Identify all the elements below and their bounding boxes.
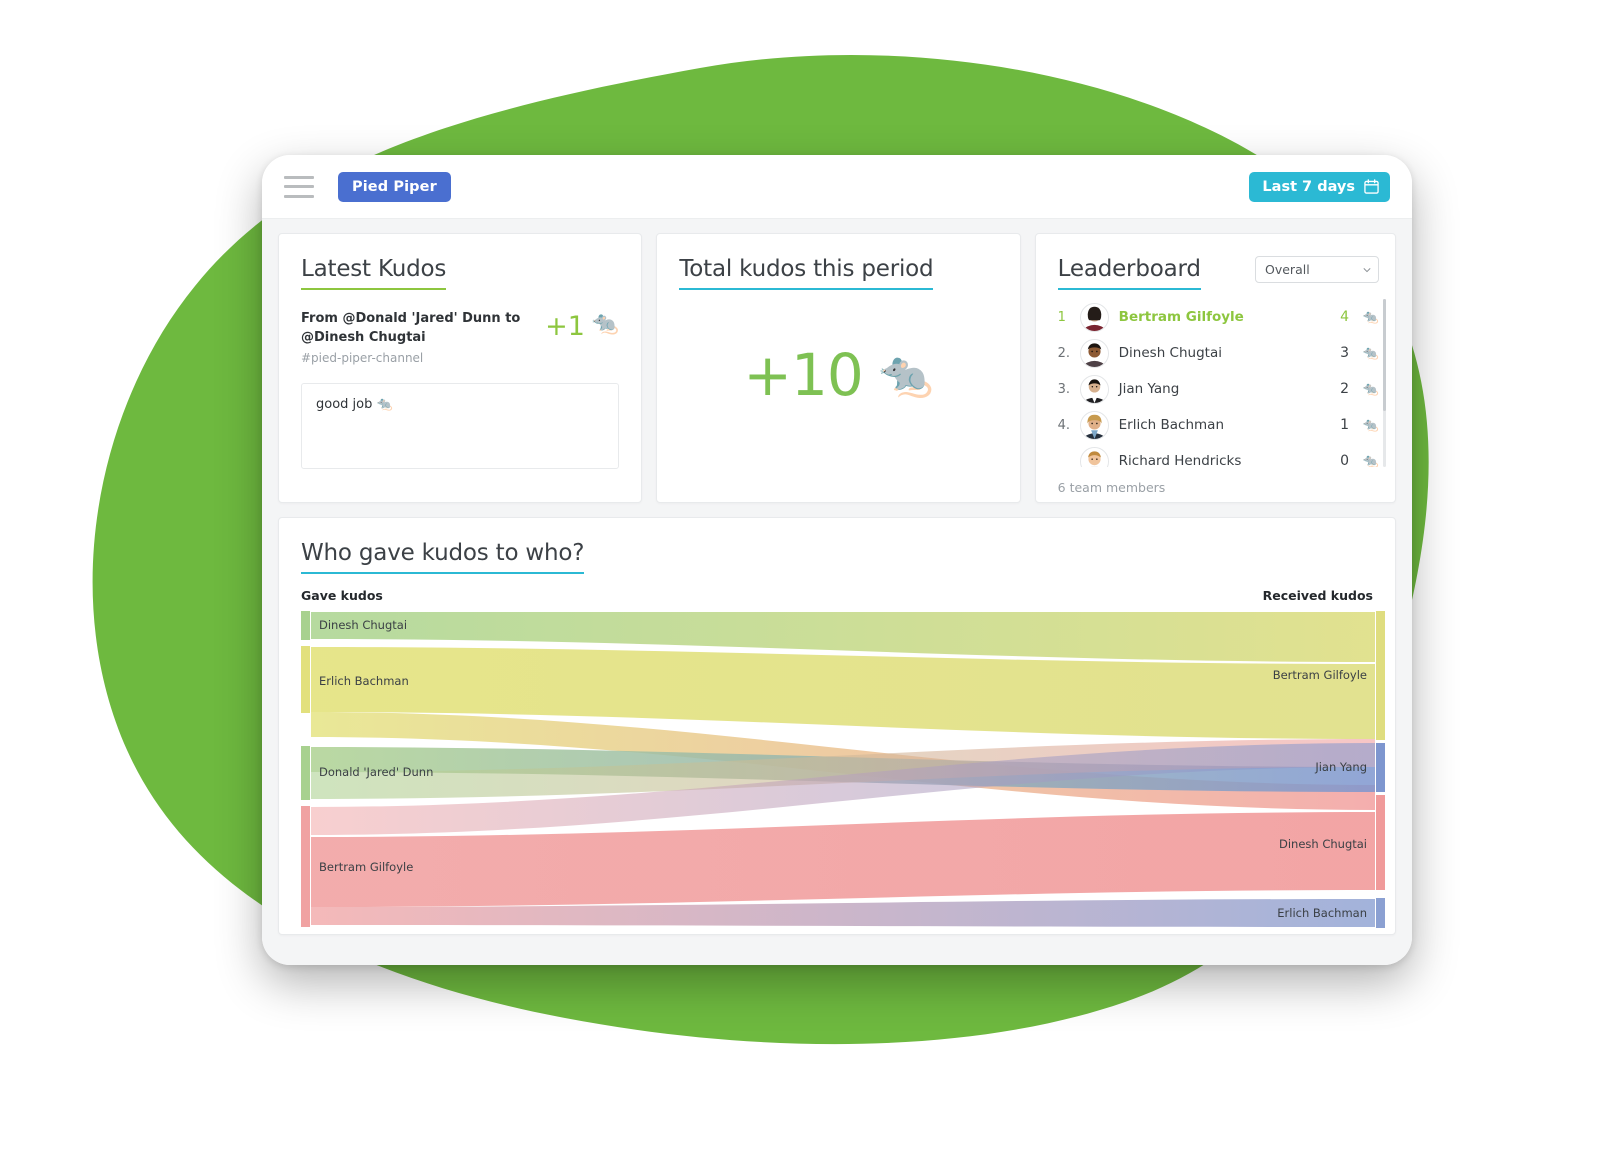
- sankey-target-node[interactable]: [1376, 611, 1385, 741]
- total-kudos-value: +10: [743, 341, 863, 410]
- sankey-target-node[interactable]: [1376, 743, 1385, 793]
- leaderboard-header: Leaderboard Overall: [1036, 256, 1395, 291]
- avatar: [1079, 338, 1109, 368]
- leaderboard-count: 2: [1340, 381, 1349, 398]
- leaderboard-name: Richard Hendricks: [1118, 453, 1242, 468]
- leaderboard-title: Leaderboard: [1057, 256, 1201, 291]
- rat-icon: 🐀: [1362, 381, 1379, 397]
- total-kudos-title: Total kudos this period: [679, 256, 934, 291]
- leaderboard-scrollbar[interactable]: [1383, 299, 1386, 468]
- leaderboard-name: Jian Yang: [1118, 381, 1180, 398]
- total-kudos-card: Total kudos this period +10 🐀: [656, 233, 1021, 503]
- rat-icon: 🐀: [1362, 453, 1379, 468]
- leaderboard-row[interactable]: 2. Dinesh Chugtai 3 🐀: [1058, 335, 1379, 371]
- top-card-row: Latest Kudos From @Donald 'Jared' Dunn t…: [278, 233, 1396, 503]
- date-range-label: Last 7 days: [1262, 178, 1355, 195]
- rat-icon: 🐀: [591, 311, 620, 337]
- sankey-target-node[interactable]: [1376, 795, 1385, 891]
- rat-icon: 🐀: [1362, 417, 1379, 433]
- leaderboard-filter-value[interactable]: Overall: [1255, 256, 1379, 283]
- sankey-source-node[interactable]: [301, 746, 310, 801]
- avatar: [1079, 302, 1109, 332]
- brand-chip[interactable]: Pied Piper: [338, 171, 451, 202]
- app-window: Pied Piper Last 7 days Latest Kudos From…: [262, 155, 1412, 965]
- leaderboard-name: Dinesh Chugtai: [1118, 345, 1222, 362]
- leaderboard-count: 4: [1340, 309, 1349, 326]
- date-range-button[interactable]: Last 7 days: [1249, 171, 1390, 202]
- leaderboard-filter[interactable]: Overall: [1255, 256, 1379, 283]
- hamburger-menu-icon[interactable]: [284, 175, 314, 198]
- sankey-node-label: Bertram Gilfoyle: [319, 860, 413, 874]
- sankey-node-label: Bertram Gilfoyle: [1273, 668, 1367, 682]
- sankey-source-node[interactable]: [301, 806, 310, 928]
- latest-kudos-meta: From @Donald 'Jared' Dunn to @Dinesh Chu…: [301, 310, 545, 365]
- leaderboard-name: Bertram Gilfoyle: [1118, 309, 1244, 326]
- leaderboard-row[interactable]: 4. Erlich Bachman 1 🐀: [1058, 407, 1379, 443]
- sankey-node-label: Dinesh Chugtai: [1279, 837, 1367, 851]
- sankey-node-label: Erlich Bachman: [319, 674, 409, 688]
- top-navbar: Pied Piper Last 7 days: [262, 155, 1412, 219]
- latest-kudos-amount: +1: [545, 311, 585, 343]
- total-kudos-value-wrap: +10 🐀: [679, 290, 997, 460]
- leaderboard-scrollbar-thumb[interactable]: [1383, 299, 1386, 412]
- latest-kudos-header: From @Donald 'Jared' Dunn to @Dinesh Chu…: [301, 310, 619, 365]
- leaderboard-count: 3: [1340, 345, 1349, 362]
- avatar: [1079, 446, 1109, 468]
- dashboard-page: Latest Kudos From @Donald 'Jared' Dunn t…: [262, 219, 1412, 965]
- avatar: [1079, 410, 1109, 440]
- leaderboard-count: 1: [1340, 417, 1349, 434]
- calendar-icon: [1364, 179, 1379, 194]
- screenshot-root: Pied Piper Last 7 days Latest Kudos From…: [0, 0, 1600, 1152]
- sankey-source-node[interactable]: [301, 611, 310, 641]
- latest-kudos-title: Latest Kudos: [301, 256, 446, 291]
- leaderboard-row[interactable]: 1 Bertram Gilfoyle 4 🐀: [1058, 299, 1379, 335]
- navbar-right: Last 7 days: [1249, 171, 1390, 202]
- leaderboard-card: Leaderboard Overall 1 Bertram Gilfoyle 4…: [1034, 233, 1396, 503]
- sankey-axis-labels: Gave kudos Received kudos: [301, 588, 1373, 603]
- leaderboard-list: 1 Bertram Gilfoyle 4 🐀 2. Dinesh Chugtai…: [1036, 299, 1395, 468]
- sankey-diagram: Dinesh Chugtai Erlich Bachman Donald 'Ja…: [301, 611, 1385, 929]
- sankey-node-label: Donald 'Jared' Dunn: [319, 765, 433, 779]
- sankey-target-node[interactable]: [1376, 898, 1385, 929]
- sankey-node-label: Jian Yang: [1314, 760, 1367, 774]
- leaderboard-rank: 4.: [1057, 417, 1071, 433]
- latest-kudos-card: Latest Kudos From @Donald 'Jared' Dunn t…: [278, 233, 643, 503]
- latest-kudos-message: good job 🐀: [301, 383, 620, 470]
- sankey-title: Who gave kudos to who?: [301, 540, 584, 575]
- sankey-left-axis-label: Gave kudos: [301, 588, 383, 604]
- latest-kudos-channel[interactable]: #pied-piper-channel: [301, 351, 535, 365]
- sankey-node-label: Dinesh Chugtai: [319, 618, 407, 632]
- leaderboard-name: Erlich Bachman: [1118, 417, 1224, 434]
- rat-icon: 🐀: [1362, 309, 1379, 325]
- rat-icon: 🐀: [878, 349, 934, 401]
- leaderboard-row[interactable]: Richard Hendricks 0 🐀: [1058, 443, 1379, 468]
- rat-icon: 🐀: [1362, 345, 1379, 361]
- leaderboard-rank: 1: [1057, 309, 1066, 325]
- latest-kudos-from-to: From @Donald 'Jared' Dunn to @Dinesh Chu…: [301, 311, 521, 346]
- sankey-source-node[interactable]: [301, 646, 310, 714]
- team-member-count: 6 team members: [1057, 480, 1166, 496]
- sankey-node-label: Erlich Bachman: [1277, 906, 1367, 920]
- sankey-card: Who gave kudos to who? Gave kudos Receiv…: [278, 517, 1396, 935]
- leaderboard-row[interactable]: 3. Jian Yang 2 🐀: [1058, 371, 1379, 407]
- leaderboard-count: 0: [1340, 453, 1349, 468]
- leaderboard-rank: 2.: [1057, 345, 1071, 361]
- leaderboard-rank: 3.: [1057, 381, 1071, 397]
- sankey-right-axis-label: Received kudos: [1262, 588, 1373, 604]
- avatar: [1079, 374, 1109, 404]
